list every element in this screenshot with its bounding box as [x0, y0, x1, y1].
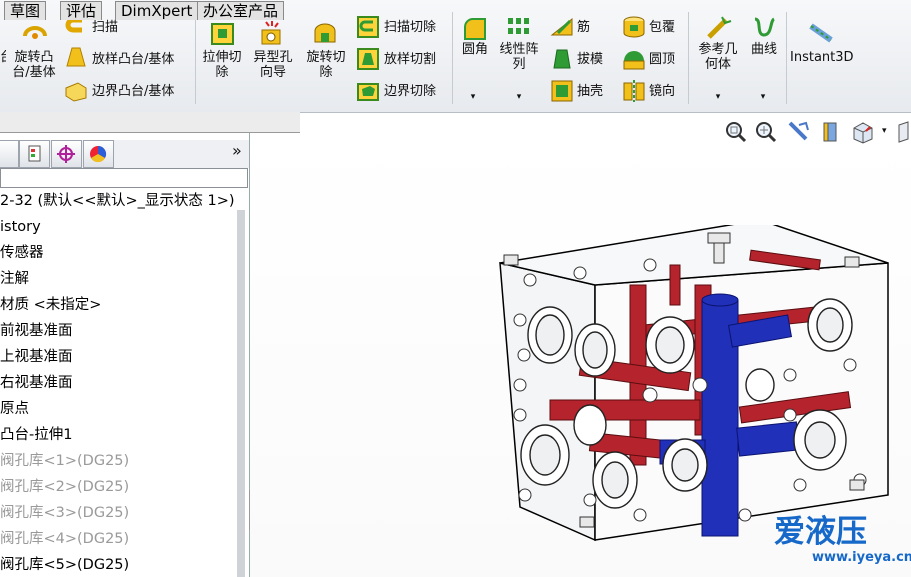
view-orientation-icon[interactable]: [850, 119, 876, 145]
tree-item[interactable]: 阀孔库<5>(DG25): [0, 556, 129, 574]
tree-item[interactable]: 阀孔库<1>(DG25): [0, 452, 129, 470]
curves-button[interactable]: 曲线: [744, 42, 784, 57]
tree-item[interactable]: 上视基准面: [0, 348, 73, 366]
dome-button[interactable]: 圆顶: [649, 52, 675, 67]
previous-view-icon[interactable]: [786, 119, 812, 145]
boundary-cut-icon: [357, 83, 379, 101]
tree-item[interactable]: istory: [0, 218, 41, 236]
feature-tree-tab-icon[interactable]: [0, 140, 19, 168]
tree-filter-input[interactable]: [0, 168, 248, 188]
zoom-to-fit-icon[interactable]: [724, 120, 748, 144]
linear-pattern-button[interactable]: 线性阵列: [496, 42, 542, 72]
wrap-button[interactable]: 包覆: [649, 20, 675, 35]
tree-item[interactable]: 材质 <未指定>: [0, 296, 101, 314]
shell-button[interactable]: 抽壳: [577, 84, 603, 99]
property-manager-icon: [28, 145, 41, 162]
revolve-boss-icon: [23, 26, 47, 39]
boundary-cut-button[interactable]: 边界切除: [384, 84, 436, 99]
color-wheel-icon: [90, 145, 107, 163]
ribbon-separator: [452, 12, 453, 104]
extruded-cut-icon: [211, 23, 234, 45]
section-view-icon[interactable]: [818, 119, 844, 145]
configuration-manager-tab[interactable]: [51, 140, 82, 168]
dome-icon: [623, 51, 645, 70]
boundary-boss-button[interactable]: 边界凸台/基体: [92, 84, 174, 99]
revolved-cut-icon: [314, 23, 336, 43]
cut-off-label: 台: [0, 50, 6, 65]
curves-dropdown-chevron-icon[interactable]: ▾: [756, 90, 770, 105]
watermark-logo: 爱液压: [774, 514, 867, 550]
rib-icon: [550, 17, 573, 36]
wrap-icon: [623, 16, 645, 38]
sweep-button[interactable]: 扫描: [92, 20, 118, 35]
tab-sketch[interactable]: 草图: [4, 1, 47, 20]
ribbon-separator: [688, 12, 689, 104]
fillet-dropdown-chevron-icon[interactable]: ▾: [466, 90, 480, 105]
fillet-button[interactable]: 圆角: [456, 42, 494, 57]
swept-cut-icon: [357, 16, 379, 38]
display-style-icon[interactable]: [896, 119, 911, 145]
fillet-icon: [464, 18, 486, 40]
hole-wizard-button[interactable]: 异型孔向导: [250, 50, 296, 80]
tree-item[interactable]: 注解: [0, 270, 29, 288]
draft-icon: [553, 49, 571, 69]
loft-boss-icon: [66, 47, 86, 67]
tree-item[interactable]: 传感器: [0, 244, 44, 262]
refgeom-dropdown-chevron-icon[interactable]: ▾: [711, 90, 725, 105]
ribbon-separator: [786, 12, 787, 104]
rib-button[interactable]: 筋: [577, 20, 590, 35]
display-manager-tab[interactable]: [83, 140, 114, 168]
mirror-icon: [623, 80, 645, 102]
tree-item[interactable]: 前视基准面: [0, 322, 73, 340]
mirror-button[interactable]: 镜向: [649, 84, 675, 99]
extruded-cut-button[interactable]: 拉伸切除: [200, 50, 244, 80]
tree-item[interactable]: 凸台-拉伸1: [0, 426, 72, 444]
tree-item[interactable]: 右视基准面: [0, 374, 73, 392]
hole-wizard-icon: [261, 21, 281, 45]
curves-icon: [754, 17, 776, 37]
instant3d-icon: [809, 23, 833, 43]
watermark-url: www.iyeya.cn: [812, 550, 911, 565]
tree-item[interactable]: 阀孔库<2>(DG25): [0, 478, 129, 496]
boundary-boss-icon: [65, 82, 87, 102]
instant3d-button[interactable]: Instant3D: [790, 50, 854, 65]
linear-pattern-icon: [508, 18, 529, 34]
pattern-dropdown-chevron-icon[interactable]: ▾: [512, 90, 526, 105]
tree-item[interactable]: 阀孔库<3>(DG25): [0, 504, 129, 522]
property-manager-tab[interactable]: [19, 140, 50, 168]
shell-icon: [551, 80, 573, 102]
crosshair-icon: [57, 145, 75, 163]
draft-button[interactable]: 拔模: [577, 52, 603, 67]
reference-geometry-button[interactable]: 参考几何体: [696, 42, 740, 72]
lofted-cut-button[interactable]: 放样切割: [384, 52, 436, 67]
loft-boss-button[interactable]: 放样凸台/基体: [92, 52, 174, 67]
tree-root[interactable]: 2-32 (默认<<默认>_显示状态 1>): [0, 192, 235, 210]
reference-geometry-icon: [707, 16, 732, 39]
tree-item[interactable]: 阀孔库<4>(DG25): [0, 530, 129, 548]
tab-dimxpert[interactable]: DimXpert: [115, 1, 199, 20]
revolve-boss-button[interactable]: 旋转凸台/基体: [8, 50, 60, 80]
lofted-cut-icon: [357, 48, 379, 70]
tab-office-products[interactable]: 办公室产品: [197, 1, 285, 20]
tree-scrollbar[interactable]: [237, 210, 245, 577]
revolved-cut-button[interactable]: 旋转切除: [302, 50, 350, 80]
command-manager-tabs: [0, 112, 300, 133]
zoom-to-area-icon[interactable]: [754, 120, 778, 144]
ribbon-separator: [195, 12, 196, 104]
swept-cut-button[interactable]: 扫描切除: [384, 20, 436, 35]
panel-expand-icon[interactable]: »: [232, 143, 242, 159]
tab-evaluate[interactable]: 评估: [60, 1, 103, 20]
view-orientation-dropdown-icon[interactable]: ▾: [882, 124, 887, 139]
manifold-3d-model[interactable]: [490, 225, 895, 545]
tree-item[interactable]: 原点: [0, 400, 29, 418]
